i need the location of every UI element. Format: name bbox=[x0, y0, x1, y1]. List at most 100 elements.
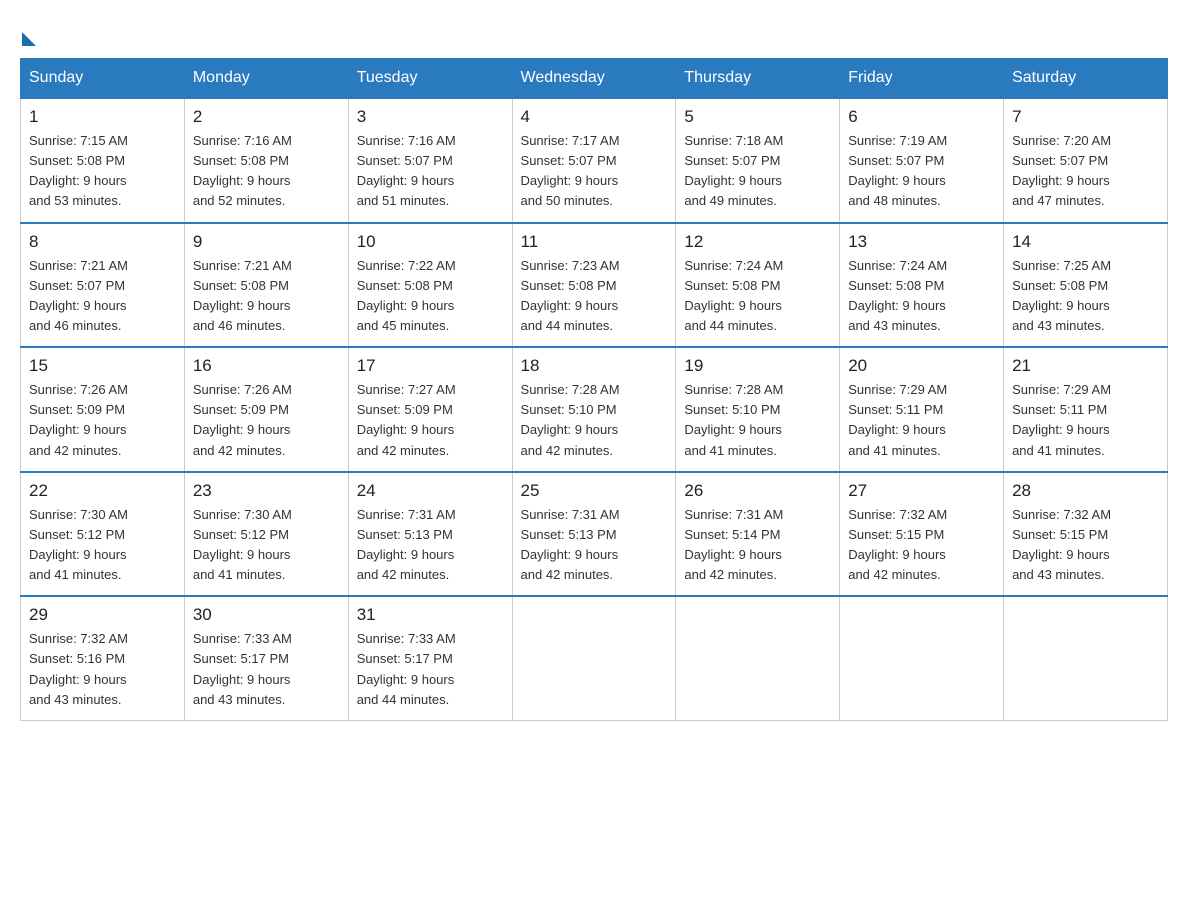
day-number: 7 bbox=[1012, 107, 1159, 127]
day-info: Sunrise: 7:29 AM Sunset: 5:11 PM Dayligh… bbox=[848, 380, 995, 461]
calendar-cell: 5 Sunrise: 7:18 AM Sunset: 5:07 PM Dayli… bbox=[676, 98, 840, 223]
weekday-header-friday: Friday bbox=[840, 59, 1004, 99]
day-info: Sunrise: 7:26 AM Sunset: 5:09 PM Dayligh… bbox=[193, 380, 340, 461]
day-info: Sunrise: 7:30 AM Sunset: 5:12 PM Dayligh… bbox=[29, 505, 176, 586]
calendar-cell: 21 Sunrise: 7:29 AM Sunset: 5:11 PM Dayl… bbox=[1004, 347, 1168, 472]
day-info: Sunrise: 7:18 AM Sunset: 5:07 PM Dayligh… bbox=[684, 131, 831, 212]
day-info: Sunrise: 7:20 AM Sunset: 5:07 PM Dayligh… bbox=[1012, 131, 1159, 212]
calendar-cell: 26 Sunrise: 7:31 AM Sunset: 5:14 PM Dayl… bbox=[676, 472, 840, 597]
calendar-cell: 17 Sunrise: 7:27 AM Sunset: 5:09 PM Dayl… bbox=[348, 347, 512, 472]
day-number: 27 bbox=[848, 481, 995, 501]
calendar-week-row: 1 Sunrise: 7:15 AM Sunset: 5:08 PM Dayli… bbox=[21, 98, 1168, 223]
day-number: 13 bbox=[848, 232, 995, 252]
calendar-cell: 12 Sunrise: 7:24 AM Sunset: 5:08 PM Dayl… bbox=[676, 223, 840, 348]
day-number: 20 bbox=[848, 356, 995, 376]
day-number: 28 bbox=[1012, 481, 1159, 501]
logo-arrow-icon bbox=[22, 32, 36, 46]
calendar-cell: 28 Sunrise: 7:32 AM Sunset: 5:15 PM Dayl… bbox=[1004, 472, 1168, 597]
calendar-cell: 22 Sunrise: 7:30 AM Sunset: 5:12 PM Dayl… bbox=[21, 472, 185, 597]
day-number: 5 bbox=[684, 107, 831, 127]
calendar-week-row: 8 Sunrise: 7:21 AM Sunset: 5:07 PM Dayli… bbox=[21, 223, 1168, 348]
day-number: 31 bbox=[357, 605, 504, 625]
day-info: Sunrise: 7:23 AM Sunset: 5:08 PM Dayligh… bbox=[521, 256, 668, 337]
day-info: Sunrise: 7:27 AM Sunset: 5:09 PM Dayligh… bbox=[357, 380, 504, 461]
day-info: Sunrise: 7:21 AM Sunset: 5:08 PM Dayligh… bbox=[193, 256, 340, 337]
weekday-header-wednesday: Wednesday bbox=[512, 59, 676, 99]
calendar-cell: 25 Sunrise: 7:31 AM Sunset: 5:13 PM Dayl… bbox=[512, 472, 676, 597]
calendar-week-row: 15 Sunrise: 7:26 AM Sunset: 5:09 PM Dayl… bbox=[21, 347, 1168, 472]
day-number: 11 bbox=[521, 232, 668, 252]
day-number: 18 bbox=[521, 356, 668, 376]
logo bbox=[20, 20, 36, 42]
day-number: 9 bbox=[193, 232, 340, 252]
day-info: Sunrise: 7:25 AM Sunset: 5:08 PM Dayligh… bbox=[1012, 256, 1159, 337]
calendar-cell: 7 Sunrise: 7:20 AM Sunset: 5:07 PM Dayli… bbox=[1004, 98, 1168, 223]
weekday-header-thursday: Thursday bbox=[676, 59, 840, 99]
day-number: 3 bbox=[357, 107, 504, 127]
day-number: 29 bbox=[29, 605, 176, 625]
weekday-header-sunday: Sunday bbox=[21, 59, 185, 99]
calendar-cell: 13 Sunrise: 7:24 AM Sunset: 5:08 PM Dayl… bbox=[840, 223, 1004, 348]
day-number: 24 bbox=[357, 481, 504, 501]
weekday-header-tuesday: Tuesday bbox=[348, 59, 512, 99]
day-info: Sunrise: 7:16 AM Sunset: 5:07 PM Dayligh… bbox=[357, 131, 504, 212]
day-number: 23 bbox=[193, 481, 340, 501]
day-info: Sunrise: 7:19 AM Sunset: 5:07 PM Dayligh… bbox=[848, 131, 995, 212]
day-info: Sunrise: 7:29 AM Sunset: 5:11 PM Dayligh… bbox=[1012, 380, 1159, 461]
calendar-cell: 6 Sunrise: 7:19 AM Sunset: 5:07 PM Dayli… bbox=[840, 98, 1004, 223]
day-info: Sunrise: 7:33 AM Sunset: 5:17 PM Dayligh… bbox=[357, 629, 504, 710]
day-number: 30 bbox=[193, 605, 340, 625]
calendar-cell: 4 Sunrise: 7:17 AM Sunset: 5:07 PM Dayli… bbox=[512, 98, 676, 223]
day-number: 1 bbox=[29, 107, 176, 127]
calendar-cell: 31 Sunrise: 7:33 AM Sunset: 5:17 PM Dayl… bbox=[348, 596, 512, 720]
weekday-header-saturday: Saturday bbox=[1004, 59, 1168, 99]
calendar-cell: 19 Sunrise: 7:28 AM Sunset: 5:10 PM Dayl… bbox=[676, 347, 840, 472]
calendar-cell: 1 Sunrise: 7:15 AM Sunset: 5:08 PM Dayli… bbox=[21, 98, 185, 223]
calendar-table: SundayMondayTuesdayWednesdayThursdayFrid… bbox=[20, 58, 1168, 721]
day-number: 10 bbox=[357, 232, 504, 252]
day-info: Sunrise: 7:15 AM Sunset: 5:08 PM Dayligh… bbox=[29, 131, 176, 212]
calendar-cell: 10 Sunrise: 7:22 AM Sunset: 5:08 PM Dayl… bbox=[348, 223, 512, 348]
calendar-cell: 30 Sunrise: 7:33 AM Sunset: 5:17 PM Dayl… bbox=[184, 596, 348, 720]
day-number: 15 bbox=[29, 356, 176, 376]
page-header bbox=[20, 20, 1168, 42]
day-number: 17 bbox=[357, 356, 504, 376]
weekday-header-monday: Monday bbox=[184, 59, 348, 99]
day-number: 25 bbox=[521, 481, 668, 501]
day-info: Sunrise: 7:32 AM Sunset: 5:15 PM Dayligh… bbox=[1012, 505, 1159, 586]
day-info: Sunrise: 7:31 AM Sunset: 5:13 PM Dayligh… bbox=[357, 505, 504, 586]
day-info: Sunrise: 7:22 AM Sunset: 5:08 PM Dayligh… bbox=[357, 256, 504, 337]
calendar-cell: 24 Sunrise: 7:31 AM Sunset: 5:13 PM Dayl… bbox=[348, 472, 512, 597]
day-number: 22 bbox=[29, 481, 176, 501]
day-info: Sunrise: 7:32 AM Sunset: 5:15 PM Dayligh… bbox=[848, 505, 995, 586]
day-number: 26 bbox=[684, 481, 831, 501]
day-info: Sunrise: 7:17 AM Sunset: 5:07 PM Dayligh… bbox=[521, 131, 668, 212]
day-info: Sunrise: 7:26 AM Sunset: 5:09 PM Dayligh… bbox=[29, 380, 176, 461]
calendar-cell bbox=[512, 596, 676, 720]
day-number: 19 bbox=[684, 356, 831, 376]
calendar-cell: 20 Sunrise: 7:29 AM Sunset: 5:11 PM Dayl… bbox=[840, 347, 1004, 472]
day-number: 12 bbox=[684, 232, 831, 252]
day-info: Sunrise: 7:24 AM Sunset: 5:08 PM Dayligh… bbox=[684, 256, 831, 337]
day-number: 8 bbox=[29, 232, 176, 252]
calendar-cell: 23 Sunrise: 7:30 AM Sunset: 5:12 PM Dayl… bbox=[184, 472, 348, 597]
day-info: Sunrise: 7:31 AM Sunset: 5:13 PM Dayligh… bbox=[521, 505, 668, 586]
calendar-week-row: 22 Sunrise: 7:30 AM Sunset: 5:12 PM Dayl… bbox=[21, 472, 1168, 597]
day-info: Sunrise: 7:28 AM Sunset: 5:10 PM Dayligh… bbox=[521, 380, 668, 461]
calendar-cell: 29 Sunrise: 7:32 AM Sunset: 5:16 PM Dayl… bbox=[21, 596, 185, 720]
calendar-cell: 27 Sunrise: 7:32 AM Sunset: 5:15 PM Dayl… bbox=[840, 472, 1004, 597]
day-number: 16 bbox=[193, 356, 340, 376]
calendar-cell: 16 Sunrise: 7:26 AM Sunset: 5:09 PM Dayl… bbox=[184, 347, 348, 472]
calendar-cell bbox=[676, 596, 840, 720]
calendar-week-row: 29 Sunrise: 7:32 AM Sunset: 5:16 PM Dayl… bbox=[21, 596, 1168, 720]
calendar-cell: 11 Sunrise: 7:23 AM Sunset: 5:08 PM Dayl… bbox=[512, 223, 676, 348]
day-info: Sunrise: 7:21 AM Sunset: 5:07 PM Dayligh… bbox=[29, 256, 176, 337]
weekday-header-row: SundayMondayTuesdayWednesdayThursdayFrid… bbox=[21, 59, 1168, 99]
calendar-cell: 15 Sunrise: 7:26 AM Sunset: 5:09 PM Dayl… bbox=[21, 347, 185, 472]
day-info: Sunrise: 7:31 AM Sunset: 5:14 PM Dayligh… bbox=[684, 505, 831, 586]
calendar-cell bbox=[1004, 596, 1168, 720]
day-number: 4 bbox=[521, 107, 668, 127]
day-info: Sunrise: 7:30 AM Sunset: 5:12 PM Dayligh… bbox=[193, 505, 340, 586]
day-number: 14 bbox=[1012, 232, 1159, 252]
day-info: Sunrise: 7:24 AM Sunset: 5:08 PM Dayligh… bbox=[848, 256, 995, 337]
